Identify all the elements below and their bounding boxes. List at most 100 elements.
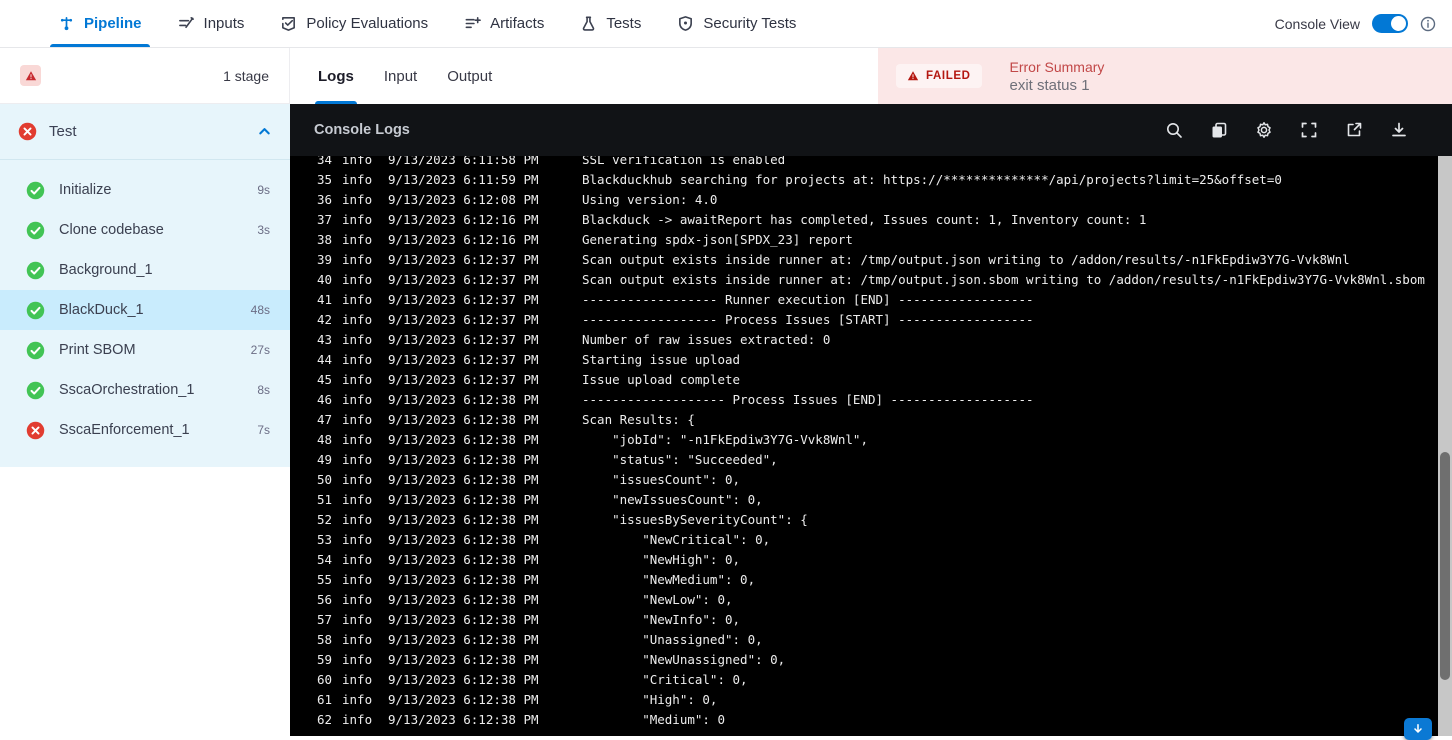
nav-tab-tests[interactable]: Tests — [580, 0, 641, 47]
log-message: "Medium": 0 — [582, 710, 1438, 730]
log-line-number: 48 — [308, 430, 332, 450]
step-row-sscaorchestration-1[interactable]: SscaOrchestration_1 8s — [0, 370, 290, 410]
log-line: 34 info 9/13/2023 6:11:58 PM SSL verific… — [290, 156, 1438, 170]
step-duration: 27s — [251, 343, 270, 357]
console-toolbar — [1165, 121, 1428, 139]
log-message: "NewHigh": 0, — [582, 550, 1438, 570]
log-level: info — [342, 550, 376, 570]
log-line-number: 52 — [308, 510, 332, 530]
log-message: Issue upload complete — [582, 370, 1438, 390]
log-timestamp: 9/13/2023 6:12:38 PM — [388, 570, 552, 590]
step-row-print-sbom[interactable]: Print SBOM 27s — [0, 330, 290, 370]
log-level: info — [342, 410, 376, 430]
nav-tab-policy-evaluations[interactable]: Policy Evaluations — [280, 0, 428, 47]
policy-check-icon — [280, 15, 297, 32]
log-line-number: 38 — [308, 230, 332, 250]
log-message: "status": "Succeeded", — [582, 450, 1438, 470]
log-timestamp: 9/13/2023 6:12:38 PM — [388, 550, 552, 570]
step-duration: 3s — [257, 223, 270, 237]
toggle-knob — [1391, 16, 1406, 31]
log-message: Blackduck -> awaitReport has completed, … — [582, 210, 1438, 230]
log-timestamp: 9/13/2023 6:12:38 PM — [388, 670, 552, 690]
log-line: 41 info 9/13/2023 6:12:37 PM -----------… — [290, 290, 1438, 310]
log-line-number: 43 — [308, 330, 332, 350]
log-timestamp: 9/13/2023 6:12:08 PM — [388, 190, 552, 210]
copy-icon[interactable] — [1210, 121, 1228, 139]
step-row-clone-codebase[interactable]: Clone codebase 3s — [0, 210, 290, 250]
log-line-number: 36 — [308, 190, 332, 210]
stage-panel: Test Initialize 9s Clone codebase 3s Bac… — [0, 104, 290, 467]
settings-gear-icon[interactable] — [1255, 121, 1273, 139]
log-level: info — [342, 710, 376, 730]
log-level: info — [342, 670, 376, 690]
failed-badge-label: FAILED — [926, 70, 971, 82]
log-level: info — [342, 230, 376, 250]
stage-header-test[interactable]: Test — [0, 104, 290, 160]
step-row-blackduck-1[interactable]: BlackDuck_1 48s — [0, 290, 290, 330]
nav-tab-inputs[interactable]: Inputs — [178, 0, 245, 47]
console-view-toggle[interactable] — [1372, 14, 1408, 33]
step-label: SscaEnforcement_1 — [59, 422, 190, 438]
log-timestamp: 9/13/2023 6:12:37 PM — [388, 370, 552, 390]
log-line: 35 info 9/13/2023 6:11:59 PM Blackduckhu… — [290, 170, 1438, 190]
step-row-initialize[interactable]: Initialize 9s — [0, 170, 290, 210]
log-message: "issuesCount": 0, — [582, 470, 1438, 490]
log-message: "issuesBySeverityCount": { — [582, 510, 1438, 530]
log-level: info — [342, 590, 376, 610]
log-line-number: 39 — [308, 250, 332, 270]
step-duration: 48s — [251, 303, 270, 317]
tab-input[interactable]: Input — [369, 48, 432, 104]
search-icon[interactable] — [1165, 121, 1183, 139]
log-message: "Unassigned": 0, — [582, 630, 1438, 650]
open-in-new-icon[interactable] — [1345, 121, 1363, 139]
log-level: info — [342, 430, 376, 450]
log-timestamp: 9/13/2023 6:12:37 PM — [388, 270, 552, 290]
step-row-sscaenforcement-1[interactable]: SscaEnforcement_1 7s — [0, 410, 290, 450]
log-line-number: 53 — [308, 530, 332, 550]
log-scrollbar-thumb[interactable] — [1440, 452, 1450, 680]
chevron-up-icon[interactable] — [257, 124, 272, 139]
log-level: info — [342, 310, 376, 330]
log-timestamp: 9/13/2023 6:12:37 PM — [388, 310, 552, 330]
console-title: Console Logs — [314, 122, 410, 138]
log-timestamp: 9/13/2023 6:12:38 PM — [388, 490, 552, 510]
log-scrollbar-track[interactable] — [1438, 156, 1452, 736]
nav-tab-artifacts[interactable]: Artifacts — [464, 0, 544, 47]
nav-tab-label: Inputs — [204, 15, 245, 32]
log-line: 58 info 9/13/2023 6:12:38 PM "Unassigned… — [290, 630, 1438, 650]
nav-right-controls: Console View — [1275, 14, 1452, 33]
log-line-number: 42 — [308, 310, 332, 330]
info-icon[interactable] — [1420, 16, 1436, 32]
nav-tab-label: Tests — [606, 15, 641, 32]
nav-tab-security-tests[interactable]: Security Tests — [677, 0, 796, 47]
nav-tab-label: Security Tests — [703, 15, 796, 32]
step-label: Print SBOM — [59, 342, 136, 358]
log-line: 38 info 9/13/2023 6:12:16 PM Generating … — [290, 230, 1438, 250]
scroll-to-bottom-button[interactable] — [1404, 718, 1432, 740]
log-timestamp: 9/13/2023 6:12:38 PM — [388, 470, 552, 490]
log-level: info — [342, 350, 376, 370]
fullscreen-icon[interactable] — [1300, 121, 1318, 139]
nav-tab-label: Policy Evaluations — [306, 15, 428, 32]
tab-logs[interactable]: Logs — [303, 48, 369, 104]
log-message: "NewMedium": 0, — [582, 570, 1438, 590]
console-logs-panel: Console Logs 34 info 9/13/2023 6:11:58 P — [290, 104, 1452, 736]
nav-tab-pipeline[interactable]: Pipeline — [58, 0, 142, 47]
console-log-output: 34 info 9/13/2023 6:11:58 PM SSL verific… — [290, 156, 1438, 736]
nav-tab-label: Artifacts — [490, 15, 544, 32]
log-level: info — [342, 210, 376, 230]
log-line: 45 info 9/13/2023 6:12:37 PM Issue uploa… — [290, 370, 1438, 390]
log-message: ------------------- Process Issues [END]… — [582, 390, 1438, 410]
step-row-background-1[interactable]: Background_1 — [0, 250, 290, 290]
log-line: 37 info 9/13/2023 6:12:16 PM Blackduck -… — [290, 210, 1438, 230]
log-line-number: 45 — [308, 370, 332, 390]
log-timestamp: 9/13/2023 6:12:38 PM — [388, 690, 552, 710]
log-line-number: 62 — [308, 710, 332, 730]
download-icon[interactable] — [1390, 121, 1408, 139]
log-line-number: 60 — [308, 670, 332, 690]
tab-output[interactable]: Output — [432, 48, 507, 104]
step-duration: 8s — [257, 383, 270, 397]
failed-status-badge: FAILED — [896, 64, 982, 88]
log-timestamp: 9/13/2023 6:11:58 PM — [388, 156, 552, 170]
log-timestamp: 9/13/2023 6:11:59 PM — [388, 170, 552, 190]
